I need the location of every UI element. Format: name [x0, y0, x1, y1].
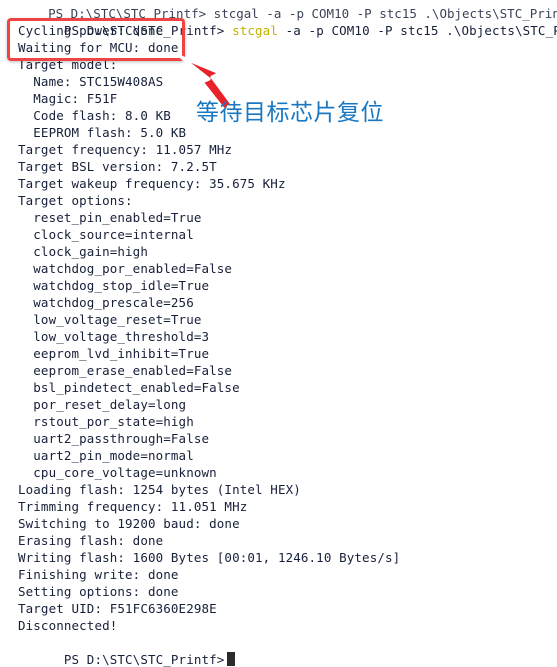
output-line: uart2_passthrough=False — [18, 431, 210, 446]
output-line: watchdog_por_enabled=False — [18, 261, 233, 276]
output-line: Cycling power: done — [18, 23, 164, 38]
output-line: Trimming frequency: 11.051 MHz — [18, 499, 248, 514]
text-cursor — [227, 652, 236, 666]
output-line: clock_gain=high — [18, 244, 148, 259]
output-line: Target BSL version: 7.2.5T — [18, 159, 217, 174]
output-line: Code flash: 8.0 KB — [18, 108, 171, 123]
output-line: Erasing flash: done — [18, 533, 164, 548]
output-line: Target UID: F51FC6360E298E — [18, 601, 217, 616]
output-line: reset_pin_enabled=True — [18, 210, 202, 225]
terminal-window[interactable]: PS D:\STC\STC_Printf> stcgal -a -p COM10… — [0, 0, 557, 667]
output-line: rstout_por_state=high — [18, 414, 194, 429]
output-line: clock_source=internal — [18, 227, 194, 242]
output-line: Loading flash: 1254 bytes (Intel HEX) — [18, 482, 301, 497]
annotation-caption: 等待目标芯片复位 — [196, 100, 384, 126]
output-line: Switching to 19200 baud: done — [18, 516, 240, 531]
final-prompt-row[interactable]: PS D:\STC\STC_Printf> — [18, 634, 236, 667]
shell-prompt: PS D:\STC\STC_Printf> — [63, 652, 225, 667]
output-line: Target model: — [18, 57, 118, 72]
output-line: Waiting for MCU: done — [18, 40, 179, 55]
output-line: Target wakeup frequency: 35.675 KHz — [18, 176, 286, 191]
output-line: Disconnected! — [18, 618, 118, 633]
output-line: Magic: F51F — [18, 91, 118, 106]
output-line: Finishing write: done — [18, 567, 179, 582]
output-line: eeprom_lvd_inhibit=True — [18, 346, 210, 361]
output-line: eeprom_erase_enabled=False — [18, 363, 233, 378]
output-line: low_voltage_threshold=3 — [18, 329, 210, 344]
output-line: Name: STC15W408AS — [18, 74, 164, 89]
output-line: cpu_core_voltage=unknown — [18, 465, 217, 480]
output-line: Target options: — [18, 193, 133, 208]
output-line: watchdog_stop_idle=True — [18, 278, 210, 293]
output-line: watchdog_prescale=256 — [18, 295, 194, 310]
command-name: stcgal — [224, 23, 278, 38]
output-line: bsl_pindetect_enabled=False — [18, 380, 240, 395]
output-line: Target frequency: 11.057 MHz — [18, 142, 233, 157]
output-line: uart2_pin_mode=normal — [18, 448, 194, 463]
output-line: Writing flash: 1600 Bytes [00:01, 1246.1… — [18, 550, 401, 565]
output-line: Setting options: done — [18, 584, 179, 599]
output-line: EEPROM flash: 5.0 KB — [18, 125, 187, 140]
command-arguments: -a -p COM10 -P stc15 .\Objects\STC_Print… — [285, 23, 557, 38]
output-line: low_voltage_reset=True — [18, 312, 202, 327]
output-line: por_reset_delay=long — [18, 397, 187, 412]
